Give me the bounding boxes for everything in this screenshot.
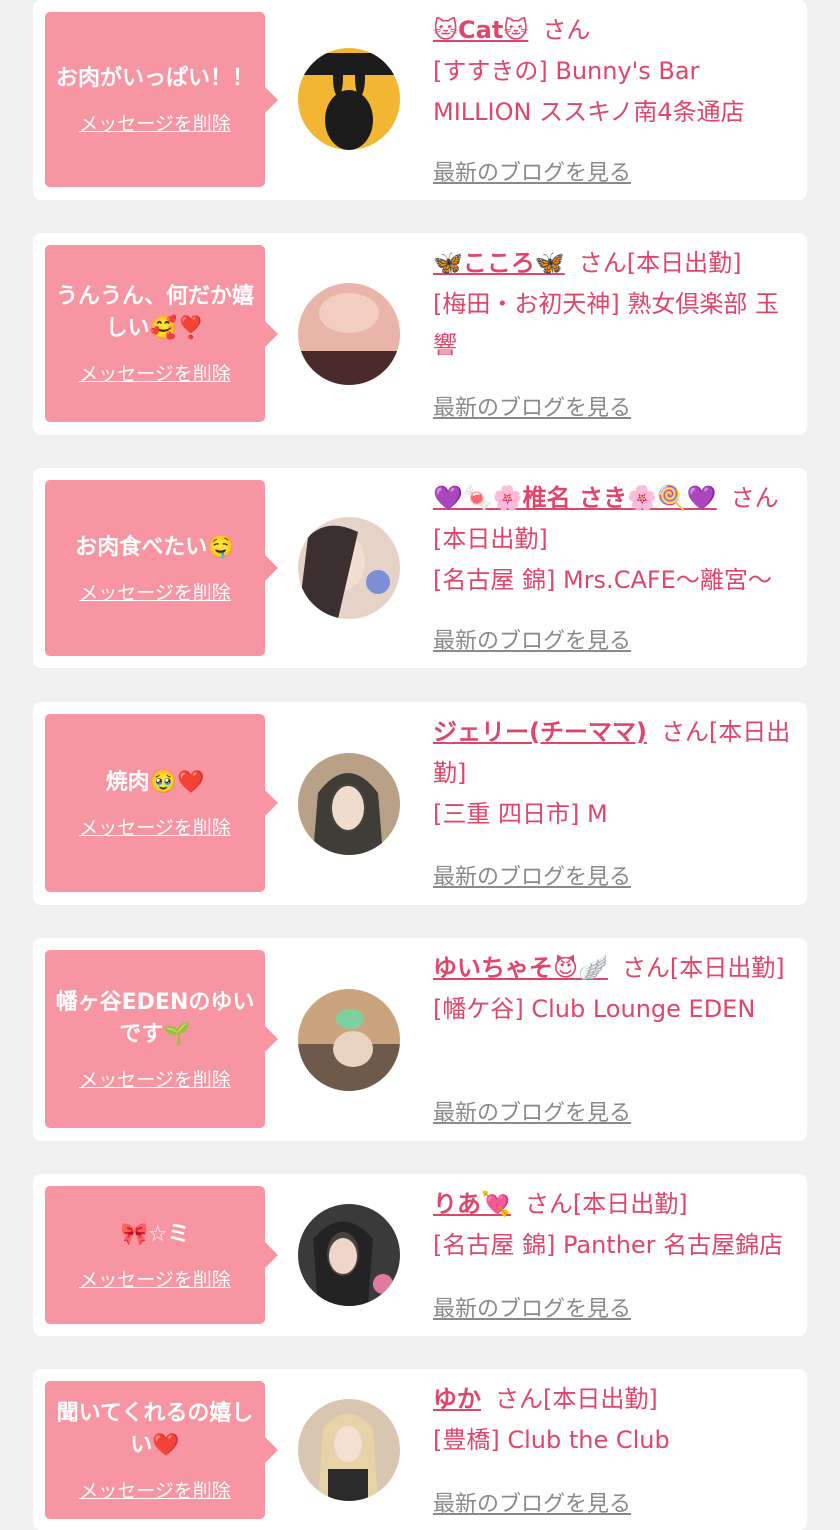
message-text: 🎀☆ミ	[120, 1221, 190, 1247]
message-card: 聞いてくれるの嬉しい❤️ メッセージを削除 ゆか さん[本日出勤] [豊橋] Cl…	[33, 1369, 807, 1530]
message-card: 焼肉🥹❤️ メッセージを削除 ジェリー(チーママ) さん[本日出勤] [三重 四日…	[33, 702, 807, 905]
cast-info: 💜🍬🌸椎名 さき🌸🍭💜 さん[本日出勤] [名古屋 錦] Mrs.CAFE～離宮～	[433, 478, 795, 601]
cast-name-link[interactable]: りあ💘	[433, 1190, 511, 1218]
avatar[interactable]	[298, 1204, 400, 1306]
delete-message-link[interactable]: メッセージを削除	[79, 578, 231, 605]
delete-message-link[interactable]: メッセージを削除	[79, 1265, 231, 1292]
cast-suffix: さん[本日出勤]	[621, 954, 785, 982]
delete-message-link[interactable]: メッセージを削除	[79, 813, 231, 840]
avatar[interactable]	[298, 753, 400, 855]
cast-suffix: さん[本日出勤]	[495, 1385, 658, 1413]
avatar[interactable]	[298, 989, 400, 1091]
shop-name: [名古屋 錦] Panther 名古屋錦店	[433, 1231, 784, 1259]
message-card: お肉がいっぱい！！ メッセージを削除 🐱Cat🐱 さん [すすきの] Bunny'…	[33, 0, 807, 200]
cast-info: 🦋こころ🦋 さん[本日出勤] [梅田・お初天神] 熟女倶楽部 玉響	[433, 243, 795, 366]
avatar[interactable]	[298, 283, 400, 385]
blog-link[interactable]: 最新のブログを見る	[433, 859, 631, 891]
avatar[interactable]	[298, 1399, 400, 1501]
avatar[interactable]	[298, 48, 400, 150]
message-text: 焼肉🥹❤️	[105, 769, 205, 795]
message-card: お肉食べたい🤤 メッセージを削除 💜🍬🌸椎名 さき🌸🍭💜 さん[本日出勤] [名古…	[33, 468, 807, 668]
avatar[interactable]	[298, 517, 400, 619]
message-bubble: 焼肉🥹❤️ メッセージを削除	[45, 714, 278, 892]
message-text: お肉がいっぱい！！	[55, 66, 254, 91]
cast-info: 🐱Cat🐱 さん [すすきの] Bunny's Bar MILLION ススキノ南…	[433, 10, 795, 133]
delete-message-link[interactable]: メッセージを削除	[79, 1065, 231, 1092]
message-bubble: 🎀☆ミ メッセージを削除	[45, 1186, 278, 1324]
blog-link[interactable]: 最新のブログを見る	[433, 1291, 631, 1323]
cast-suffix: さん[本日出勤]	[578, 249, 742, 277]
message-text: お肉食べたい🤤	[75, 534, 235, 560]
shop-name: [名古屋 錦] Mrs.CAFE～離宮～	[433, 566, 772, 594]
shop-name: [豊橋] Club the Club	[433, 1426, 670, 1454]
shop-name: [梅田・お初天神] 熟女倶楽部 玉響	[433, 290, 779, 359]
blog-link[interactable]: 最新のブログを見る	[433, 1486, 631, 1518]
message-list: お肉がいっぱい！！ メッセージを削除 🐱Cat🐱 さん [すすきの] Bunny'…	[0, 0, 840, 1530]
cast-name-link[interactable]: ゆいちゃそ😈🪽	[433, 954, 608, 982]
blog-link[interactable]: 最新のブログを見る	[433, 155, 631, 187]
delete-message-link[interactable]: メッセージを削除	[79, 359, 231, 386]
message-card: 幡ヶ谷EDENのゆいです🌱 メッセージを削除 ゆいちゃそ😈🪽 さん[本日出勤] […	[33, 938, 807, 1141]
cast-info: りあ💘 さん[本日出勤] [名古屋 錦] Panther 名古屋錦店	[433, 1184, 795, 1266]
cast-name-link[interactable]: 🦋こころ🦋	[433, 249, 565, 277]
message-bubble: うんうん、何だか嬉しい🥰❣️ メッセージを削除	[45, 245, 278, 422]
message-bubble: お肉がいっぱい！！ メッセージを削除	[45, 12, 278, 187]
message-text: うんうん、何だか嬉しい🥰❣️	[55, 284, 254, 341]
cast-info: ゆか さん[本日出勤] [豊橋] Club the Club	[433, 1379, 795, 1461]
message-card: 🎀☆ミ メッセージを削除 りあ💘 さん[本日出勤] [名古屋 錦] Panther…	[33, 1174, 807, 1336]
cast-name-link[interactable]: 🐱Cat🐱	[433, 16, 528, 44]
message-bubble: 幡ヶ谷EDENのゆいです🌱 メッセージを削除	[45, 950, 278, 1128]
shop-name: [三重 四日市] M	[433, 800, 608, 828]
message-text: 幡ヶ谷EDENのゆいです🌱	[55, 989, 255, 1047]
blog-link[interactable]: 最新のブログを見る	[433, 623, 631, 655]
cast-suffix: さん	[542, 16, 591, 44]
shop-name: [幡ケ谷] Club Lounge EDEN	[433, 995, 756, 1023]
cast-name-link[interactable]: ジェリー(チーママ)	[433, 718, 647, 746]
cast-name-link[interactable]: 💜🍬🌸椎名 さき🌸🍭💜	[433, 484, 717, 512]
message-card: うんうん、何だか嬉しい🥰❣️ メッセージを削除 🦋こころ🦋 さん[本日出勤] [梅…	[33, 233, 807, 435]
message-bubble: 聞いてくれるの嬉しい❤️ メッセージを削除	[45, 1381, 278, 1519]
blog-link[interactable]: 最新のブログを見る	[433, 1095, 631, 1127]
delete-message-link[interactable]: メッセージを削除	[79, 1476, 231, 1503]
cast-suffix: さん[本日出勤]	[524, 1190, 688, 1218]
cast-info: ゆいちゃそ😈🪽 さん[本日出勤] [幡ケ谷] Club Lounge EDEN	[433, 948, 795, 1030]
blog-link[interactable]: 最新のブログを見る	[433, 390, 631, 422]
shop-name: [すすきの] Bunny's Bar MILLION ススキノ南4条通店	[433, 57, 745, 126]
message-text: 聞いてくれるの嬉しい❤️	[56, 1400, 254, 1458]
delete-message-link[interactable]: メッセージを削除	[79, 109, 231, 136]
message-bubble: お肉食べたい🤤 メッセージを削除	[45, 480, 278, 656]
cast-name-link[interactable]: ゆか	[433, 1385, 481, 1413]
cast-info: ジェリー(チーママ) さん[本日出勤] [三重 四日市] M	[433, 712, 795, 835]
